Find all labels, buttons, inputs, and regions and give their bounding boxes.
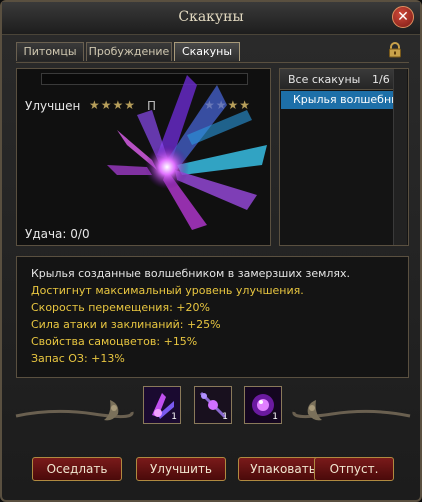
mounts-count: 1/6: [372, 73, 390, 86]
description-text: Крылья созданные волшебником в замерзших…: [31, 267, 351, 280]
item-count: 1: [222, 412, 228, 422]
mount-list-panel: Все скакуны 1/6 Крылья волшебника: [279, 68, 409, 246]
mount-wings-image: [107, 75, 267, 230]
title-bar[interactable]: Скакуны ✕: [2, 2, 420, 35]
tab-mounts[interactable]: Скакуны: [174, 42, 240, 61]
item-slot-2[interactable]: 1: [194, 386, 232, 424]
close-button[interactable]: ✕: [392, 6, 414, 28]
item-count: 1: [171, 412, 177, 422]
stat-gem-properties: Свойства самоцветов: +15%: [31, 335, 198, 348]
window-title: Скакуны: [178, 9, 244, 25]
item-slot-3[interactable]: 1: [244, 386, 282, 424]
max-level-text: Достигнут максимальный уровень улучшения…: [31, 284, 304, 297]
ornament-left: [15, 400, 134, 421]
upgrade-button[interactable]: Улучшить: [136, 457, 226, 481]
mount-button[interactable]: Оседлать: [32, 457, 122, 481]
lock-icon[interactable]: [387, 42, 403, 58]
tab-pets[interactable]: Питомцы: [16, 42, 84, 61]
luck-label: Удача: 0/0: [25, 227, 90, 241]
item-slot-1[interactable]: 1: [143, 386, 181, 424]
mount-list-header: Все скакуны 1/6: [280, 69, 394, 90]
description-panel: Крылья созданные волшебником в замерзших…: [16, 256, 409, 378]
mount-list-item[interactable]: Крылья волшебника: [281, 91, 407, 109]
tab-awakening[interactable]: Пробуждение: [86, 42, 172, 61]
all-mounts-label: Все скакуны: [288, 73, 361, 86]
stat-hp: Запас ОЗ: +13%: [31, 352, 125, 365]
stat-attack-power: Сила атаки и заклинаний: +25%: [31, 318, 221, 331]
mount-list-scrollbar[interactable]: [393, 69, 407, 245]
upgraded-label: Улучшен: [25, 99, 81, 113]
mount-preview-panel: Улучшен ★★★★ П ★★★★ Удача: 0/0: [16, 68, 271, 246]
stat-move-speed: Скорость перемещения: +20%: [31, 301, 210, 314]
ornament-right: [292, 400, 411, 421]
close-icon: ✕: [397, 9, 409, 25]
mounts-window: Скакуны ✕ Питомцы Пробуждение Скакуны Ул…: [0, 0, 422, 502]
mount-list-item-label: Крылья волшебника: [293, 93, 407, 106]
item-count: 1: [272, 412, 278, 422]
release-button[interactable]: Отпуст.: [314, 457, 394, 481]
tab-divider: [16, 62, 409, 63]
